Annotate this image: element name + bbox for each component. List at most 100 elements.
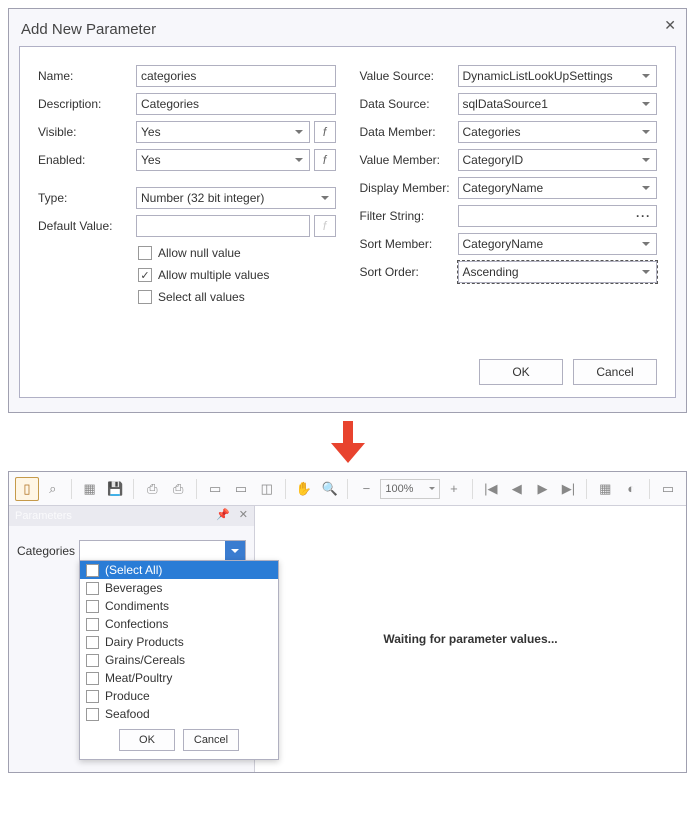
allow-multi-checkbox[interactable] — [138, 268, 152, 282]
dd-item[interactable]: (Select All) — [80, 561, 278, 579]
panel-header: Parameters 📌 ✕ — [9, 506, 254, 526]
scale-icon[interactable]: ▭ — [229, 477, 253, 501]
checkbox-icon[interactable] — [86, 636, 99, 649]
cancel-button[interactable]: Cancel — [573, 359, 657, 385]
dd-item[interactable]: Dairy Products — [80, 633, 278, 651]
multipage-icon[interactable]: ▦ — [593, 477, 617, 501]
dd-item[interactable]: Produce — [80, 687, 278, 705]
enabled-dropdown[interactable]: Yes — [136, 149, 310, 171]
preview-area: Waiting for parameter values... — [255, 506, 686, 772]
default-fx-button: f — [314, 215, 336, 237]
parameters-icon[interactable]: ▯ — [15, 477, 39, 501]
allow-multi-label: Allow multiple values — [158, 268, 269, 282]
checkbox-icon[interactable] — [86, 618, 99, 631]
checkbox-icon[interactable] — [86, 690, 99, 703]
next-page-icon[interactable]: ▶ — [531, 477, 555, 501]
add-parameter-dialog: Add New Parameter ✕ Name:categories Desc… — [8, 8, 687, 413]
zoom-out-icon[interactable]: − — [354, 477, 378, 501]
enabled-fx-button[interactable]: f — [314, 149, 336, 171]
last-page-icon[interactable]: ▶| — [556, 477, 580, 501]
label-visible: Visible: — [38, 125, 136, 139]
visible-dropdown[interactable]: Yes — [136, 121, 310, 143]
dd-item[interactable]: Meat/Poultry — [80, 669, 278, 687]
prev-page-icon[interactable]: ◀ — [505, 477, 529, 501]
label-data-source: Data Source: — [360, 97, 458, 111]
display-member-dropdown[interactable]: CategoryName — [458, 177, 658, 199]
select-all-label: Select all values — [158, 290, 245, 304]
allow-null-label: Allow null value — [158, 246, 241, 260]
visible-fx-button[interactable]: f — [314, 121, 336, 143]
layout-icon[interactable]: ◫ — [255, 477, 279, 501]
hand-tool-icon[interactable]: ✋ — [292, 477, 316, 501]
preview-window: ▯ ⌕ ▦ 💾 ⎙ ⎙ ▭ ▭ ◫ ✋ 🔍 − 100% + |◀ ◀ ▶ ▶|… — [8, 471, 687, 773]
param-label: Categories — [17, 544, 79, 558]
page-setup-icon[interactable]: ▭ — [203, 477, 227, 501]
find-icon[interactable]: ⌕ — [41, 477, 65, 501]
waiting-text: Waiting for parameter values... — [383, 632, 557, 646]
label-filter-string: Filter String: — [360, 209, 458, 223]
select-all-checkbox[interactable] — [138, 290, 152, 304]
arrow-down-icon — [8, 421, 687, 463]
categories-dropdown[interactable] — [79, 540, 246, 562]
first-page-icon[interactable]: |◀ — [479, 477, 503, 501]
filter-string-input[interactable]: ··· — [458, 205, 658, 227]
pin-icon[interactable]: 📌 — [216, 508, 230, 521]
name-input[interactable]: categories — [136, 65, 336, 87]
dd-cancel-button[interactable]: Cancel — [183, 729, 239, 751]
zoom-dropdown[interactable]: 100% — [380, 479, 440, 499]
toolbar: ▯ ⌕ ▦ 💾 ⎙ ⎙ ▭ ▭ ◫ ✋ 🔍 − 100% + |◀ ◀ ▶ ▶|… — [9, 472, 686, 506]
chevron-down-icon[interactable] — [225, 541, 245, 561]
value-member-dropdown[interactable]: CategoryID — [458, 149, 658, 171]
panel-close-icon[interactable]: ✕ — [239, 508, 248, 521]
ellipsis-icon[interactable]: ··· — [636, 209, 651, 223]
checkbox-icon[interactable] — [86, 600, 99, 613]
label-display-member: Display Member: — [360, 181, 458, 195]
label-value-source: Value Source: — [360, 69, 458, 83]
export-icon[interactable]: ▭ — [656, 477, 680, 501]
value-source-dropdown[interactable]: DynamicListLookUpSettings — [458, 65, 658, 87]
label-enabled: Enabled: — [38, 153, 136, 167]
dd-item[interactable]: Beverages — [80, 579, 278, 597]
allow-null-checkbox[interactable] — [138, 246, 152, 260]
thumbnails-icon[interactable]: ▦ — [78, 477, 102, 501]
label-name: Name: — [38, 69, 136, 83]
checkbox-icon[interactable] — [86, 564, 99, 577]
dialog-title: Add New Parameter — [21, 21, 674, 38]
default-input[interactable] — [136, 215, 310, 237]
background-icon[interactable]: ◐ — [619, 477, 643, 501]
dd-item[interactable]: Seafood — [80, 705, 278, 723]
ok-button[interactable]: OK — [479, 359, 563, 385]
label-default: Default Value: — [38, 219, 136, 233]
data-member-dropdown[interactable]: Categories — [458, 121, 658, 143]
quick-print-icon[interactable]: ⎙ — [166, 477, 190, 501]
data-source-dropdown[interactable]: sqlDataSource1 — [458, 93, 658, 115]
left-column: Name:categories Description:Categories V… — [38, 65, 336, 309]
dd-ok-button[interactable]: OK — [119, 729, 175, 751]
dd-item[interactable]: Condiments — [80, 597, 278, 615]
parameters-panel: Parameters 📌 ✕ Categories (Select All)Be… — [9, 506, 255, 772]
dd-item[interactable]: Grains/Cereals — [80, 651, 278, 669]
label-type: Type: — [38, 191, 136, 205]
label-sort-order: Sort Order: — [360, 265, 458, 279]
dd-item[interactable]: Confections — [80, 615, 278, 633]
close-icon[interactable]: ✕ — [664, 17, 676, 34]
description-input[interactable]: Categories — [136, 93, 336, 115]
print-icon[interactable]: ⎙ — [140, 477, 164, 501]
checkbox-icon[interactable] — [86, 708, 99, 721]
dialog-body: Name:categories Description:Categories V… — [19, 46, 676, 398]
magnifier-icon[interactable]: 🔍 — [318, 477, 342, 501]
label-sort-member: Sort Member: — [360, 237, 458, 251]
label-value-member: Value Member: — [360, 153, 458, 167]
sort-member-dropdown[interactable]: CategoryName — [458, 233, 658, 255]
checkbox-icon[interactable] — [86, 654, 99, 667]
sort-order-dropdown[interactable]: Ascending — [458, 261, 658, 283]
type-dropdown[interactable]: Number (32 bit integer) — [136, 187, 336, 209]
checkbox-icon[interactable] — [86, 582, 99, 595]
label-description: Description: — [38, 97, 136, 111]
checkbox-icon[interactable] — [86, 672, 99, 685]
save-icon[interactable]: 💾 — [104, 477, 128, 501]
dropdown-panel: (Select All)BeveragesCondimentsConfectio… — [79, 560, 279, 760]
right-column: Value Source:DynamicListLookUpSettings D… — [360, 65, 658, 309]
label-data-member: Data Member: — [360, 125, 458, 139]
zoom-in-icon[interactable]: + — [442, 477, 466, 501]
